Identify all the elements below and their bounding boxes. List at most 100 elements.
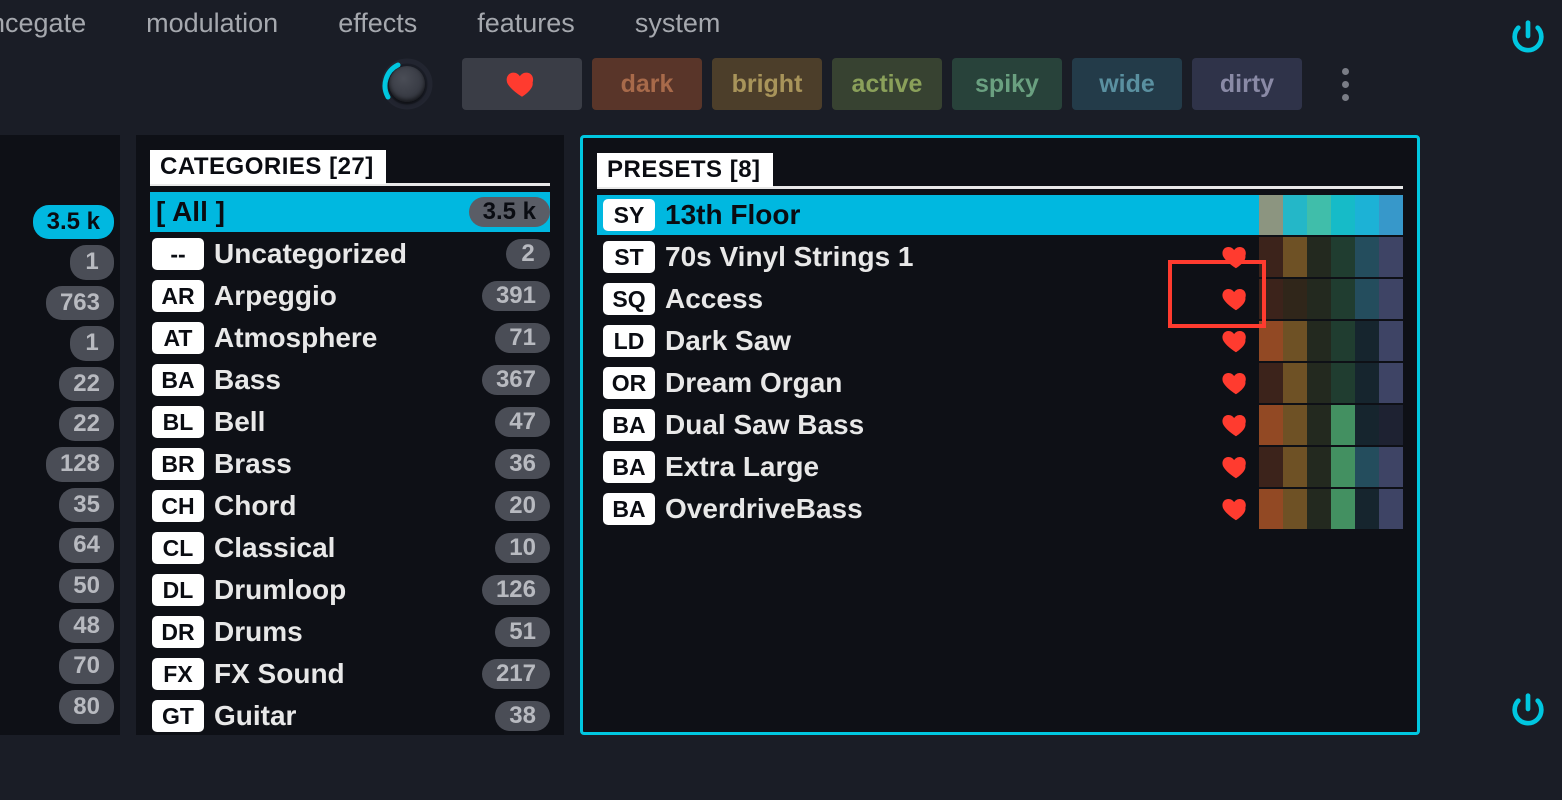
preset-label: Dream Organ xyxy=(665,367,1219,399)
heart-icon[interactable] xyxy=(1219,492,1253,526)
category-code: BA xyxy=(152,364,204,396)
preset-label: Dual Saw Bass xyxy=(665,409,1219,441)
tab-features[interactable]: features xyxy=(477,8,575,39)
category-count: 3.5 k xyxy=(469,197,550,227)
heart-icon[interactable] xyxy=(1219,198,1253,232)
preset-row[interactable]: LDDark Saw xyxy=(597,321,1403,361)
preset-code: OR xyxy=(603,367,655,399)
preset-row[interactable]: SY13th Floor xyxy=(597,195,1403,235)
category-count: 71 xyxy=(495,323,550,353)
tag-swatch xyxy=(1307,489,1331,529)
category-label: Bass xyxy=(214,364,482,396)
category-row[interactable]: CHChord20 xyxy=(150,486,550,526)
side-count: 22 xyxy=(59,367,114,401)
tag-swatch xyxy=(1355,195,1379,235)
category-row[interactable]: DLDrumloop126 xyxy=(150,570,550,610)
category-count: 47 xyxy=(495,407,550,437)
preset-code: BA xyxy=(603,493,655,525)
heart-icon[interactable] xyxy=(1219,324,1253,358)
category-code: GT xyxy=(152,700,204,732)
category-row[interactable]: ARArpeggio391 xyxy=(150,276,550,316)
presets-list: SY13th FloorST70s Vinyl Strings 1SQAcces… xyxy=(583,189,1417,529)
preset-row[interactable]: BADual Saw Bass xyxy=(597,405,1403,445)
filter-dark[interactable]: dark xyxy=(592,58,702,110)
category-code: AT xyxy=(152,322,204,354)
side-count: 50 xyxy=(59,569,114,603)
tag-swatch xyxy=(1259,321,1283,361)
filter-dirty[interactable]: dirty xyxy=(1192,58,1302,110)
tag-swatch xyxy=(1379,195,1403,235)
tab-system[interactable]: system xyxy=(635,8,721,39)
heart-icon[interactable] xyxy=(1219,450,1253,484)
heart-icon[interactable] xyxy=(1219,240,1253,274)
preset-code: SY xyxy=(603,199,655,231)
preset-code: LD xyxy=(603,325,655,357)
preset-row[interactable]: ST70s Vinyl Strings 1 xyxy=(597,237,1403,277)
category-count: 36 xyxy=(495,449,550,479)
category-row[interactable]: DRDrums51 xyxy=(150,612,550,652)
category-row[interactable]: CLClassical10 xyxy=(150,528,550,568)
filter-bright[interactable]: bright xyxy=(712,58,822,110)
category-row[interactable]: FXFX Sound217 xyxy=(150,654,550,694)
category-label: Bell xyxy=(214,406,495,438)
more-filters-icon[interactable] xyxy=(1330,68,1360,101)
preset-row[interactable]: BAExtra Large xyxy=(597,447,1403,487)
category-row[interactable]: GTGuitar38 xyxy=(150,696,550,736)
power-icon[interactable] xyxy=(1504,685,1552,733)
tab-modulation[interactable]: modulation xyxy=(146,8,278,39)
category-count: 2 xyxy=(506,239,550,269)
tag-swatch xyxy=(1355,237,1379,277)
categories-header: CATEGORIES [27] xyxy=(150,150,386,184)
category-label: Drumloop xyxy=(214,574,482,606)
tag-swatch xyxy=(1379,363,1403,403)
tag-swatch xyxy=(1307,237,1331,277)
tag-swatch xyxy=(1259,363,1283,403)
filter-wide[interactable]: wide xyxy=(1072,58,1182,110)
tag-swatch xyxy=(1331,489,1355,529)
filter-knob[interactable] xyxy=(380,57,434,111)
tab-effects[interactable]: effects xyxy=(338,8,417,39)
tag-swatch xyxy=(1379,447,1403,487)
tag-swatch xyxy=(1379,279,1403,319)
tag-swatch xyxy=(1355,405,1379,445)
categories-list: [ All ]3.5 k--Uncategorized2ARArpeggio39… xyxy=(136,186,564,736)
filter-spiky[interactable]: spiky xyxy=(952,58,1062,110)
side-count: 70 xyxy=(59,649,114,683)
preset-row[interactable]: OR Dream Organ xyxy=(597,363,1403,403)
tag-swatch xyxy=(1307,405,1331,445)
category-row[interactable]: --Uncategorized2 xyxy=(150,234,550,274)
tag-swatch xyxy=(1283,447,1307,487)
category-count: 217 xyxy=(482,659,550,689)
category-row[interactable]: ATAtmosphere71 xyxy=(150,318,550,358)
tag-swatch xyxy=(1259,489,1283,529)
tag-swatch xyxy=(1307,279,1331,319)
preset-row[interactable]: SQAccess xyxy=(597,279,1403,319)
category-row[interactable]: BRBrass36 xyxy=(150,444,550,484)
heart-icon[interactable] xyxy=(1219,408,1253,442)
category-count: 20 xyxy=(495,491,550,521)
heart-icon[interactable] xyxy=(1219,366,1253,400)
preset-tags xyxy=(1259,363,1403,403)
category-label: Guitar xyxy=(214,700,495,732)
preset-label: Access xyxy=(665,283,1219,315)
preset-tags xyxy=(1259,237,1403,277)
side-count: 128 xyxy=(46,447,114,481)
side-count: 763 xyxy=(46,286,114,320)
tag-swatch xyxy=(1283,363,1307,403)
category-row[interactable]: BLBell47 xyxy=(150,402,550,442)
category-code: CH xyxy=(152,490,204,522)
preset-label: OverdriveBass xyxy=(665,493,1219,525)
category-count: 51 xyxy=(495,617,550,647)
category-code: DR xyxy=(152,616,204,648)
category-row[interactable]: BABass367 xyxy=(150,360,550,400)
category-code: DL xyxy=(152,574,204,606)
tab-trancegate[interactable]: ncegate xyxy=(0,8,86,39)
filter-active[interactable]: active xyxy=(832,58,942,110)
category-row[interactable]: [ All ]3.5 k xyxy=(150,192,550,232)
tag-swatch xyxy=(1307,321,1331,361)
heart-icon[interactable] xyxy=(1219,282,1253,316)
category-label: Uncategorized xyxy=(214,238,506,270)
filter-favorites[interactable] xyxy=(462,58,582,110)
preset-row[interactable]: BA OverdriveBass xyxy=(597,489,1403,529)
power-icon[interactable] xyxy=(1504,12,1552,60)
